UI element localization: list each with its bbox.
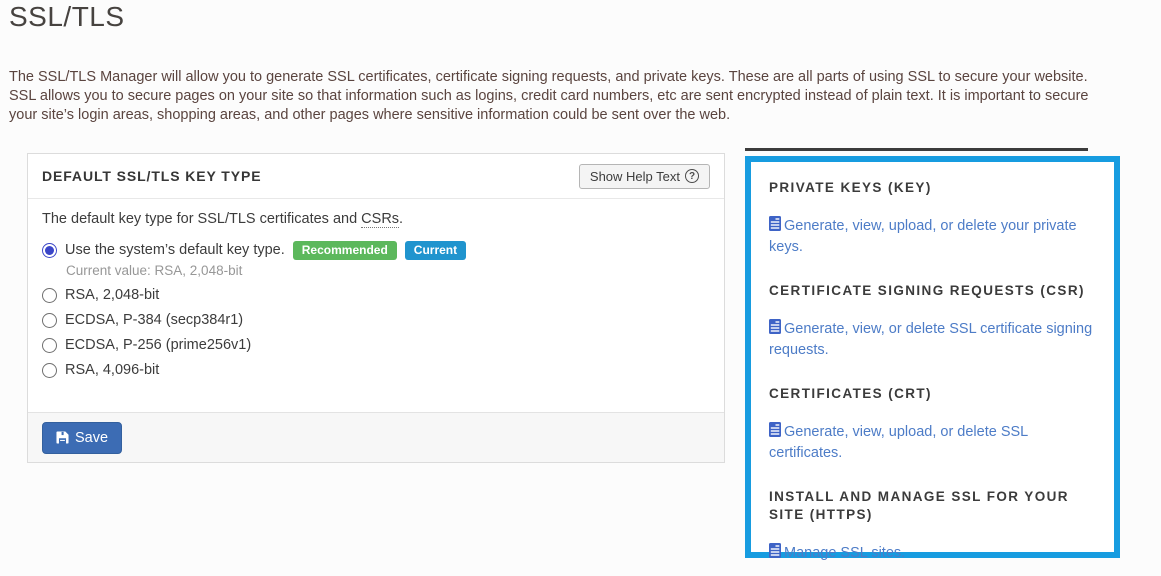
save-button-label: Save [75, 430, 108, 446]
radio-option-rsa-4096[interactable]: RSA, 4,096-bit [42, 360, 710, 380]
panel-body: The default key type for SSL/TLS certifi… [28, 199, 724, 412]
intro-prefix: The default key type for SSL/TLS certifi… [42, 211, 361, 227]
radio-system-default[interactable] [42, 243, 57, 258]
document-icon [769, 322, 781, 338]
page-description: The SSL/TLS Manager will allow you to ge… [9, 68, 1111, 125]
key-type-intro: The default key type for SSL/TLS certifi… [42, 211, 710, 227]
current-value-note: Current value: RSA, 2,048-bit [66, 263, 710, 278]
link-text: Manage SSL sites. [784, 545, 905, 561]
radio-option-system-default[interactable]: Use the system’s default key type. Recom… [42, 240, 710, 260]
link-manage-ssl-sites[interactable]: Manage SSL sites. [769, 542, 1096, 564]
section-heading-private-keys: PRIVATE KEYS (KEY) [769, 179, 1096, 197]
radio-ecdsa-p384[interactable] [42, 313, 57, 328]
intro-suffix: . [399, 211, 403, 227]
radio-label: ECDSA, P-384 (secp384r1) [65, 310, 243, 330]
question-circle-icon: ? [685, 169, 699, 183]
link-text: Generate, view, upload, or delete your p… [769, 218, 1077, 255]
link-private-keys[interactable]: Generate, view, upload, or delete your p… [769, 215, 1096, 258]
sidebar-top-rule [745, 148, 1088, 151]
document-icon [769, 546, 781, 562]
radio-option-ecdsa-p384[interactable]: ECDSA, P-384 (secp384r1) [42, 310, 710, 330]
radio-rsa-2048[interactable] [42, 288, 57, 303]
radio-label: ECDSA, P-256 (prime256v1) [65, 335, 251, 355]
radio-option-ecdsa-p256[interactable]: ECDSA, P-256 (prime256v1) [42, 335, 710, 355]
radio-label: Use the system’s default key type. [65, 240, 285, 260]
section-heading-certificates: CERTIFICATES (CRT) [769, 385, 1096, 403]
current-badge: Current [405, 241, 466, 260]
document-icon [769, 425, 781, 441]
link-text: Generate, view, or delete SSL certificat… [769, 321, 1092, 358]
default-key-type-panel: DEFAULT SSL/TLS KEY TYPE Show Help Text … [27, 153, 725, 463]
radio-rsa-4096[interactable] [42, 363, 57, 378]
radio-ecdsa-p256[interactable] [42, 338, 57, 353]
panel-title: DEFAULT SSL/TLS KEY TYPE [42, 168, 261, 184]
page-title: SSL/TLS [9, 1, 125, 33]
panel-footer: Save [28, 412, 724, 462]
radio-label: RSA, 4,096-bit [65, 360, 159, 380]
panel-header: DEFAULT SSL/TLS KEY TYPE Show Help Text … [28, 154, 724, 199]
link-csr[interactable]: Generate, view, or delete SSL certificat… [769, 318, 1096, 361]
section-heading-install-ssl: INSTALL AND MANAGE SSL FOR YOUR SITE (HT… [769, 488, 1096, 524]
radio-option-rsa-2048[interactable]: RSA, 2,048-bit [42, 285, 710, 305]
csr-term[interactable]: CSRs [361, 211, 399, 228]
section-heading-csr: CERTIFICATE SIGNING REQUESTS (CSR) [769, 282, 1096, 300]
show-help-text-label: Show Help Text [590, 169, 680, 184]
recommended-badge: Recommended [293, 241, 397, 260]
link-text: Generate, view, upload, or delete SSL ce… [769, 424, 1028, 461]
floppy-disk-icon [56, 431, 69, 444]
show-help-text-button[interactable]: Show Help Text ? [579, 164, 710, 189]
document-icon [769, 219, 781, 235]
link-certificates[interactable]: Generate, view, upload, or delete SSL ce… [769, 421, 1096, 464]
radio-label: RSA, 2,048-bit [65, 285, 159, 305]
ssl-shortcuts-sidebar: PRIVATE KEYS (KEY) Generate, view, uploa… [745, 156, 1120, 558]
save-button[interactable]: Save [42, 422, 122, 454]
